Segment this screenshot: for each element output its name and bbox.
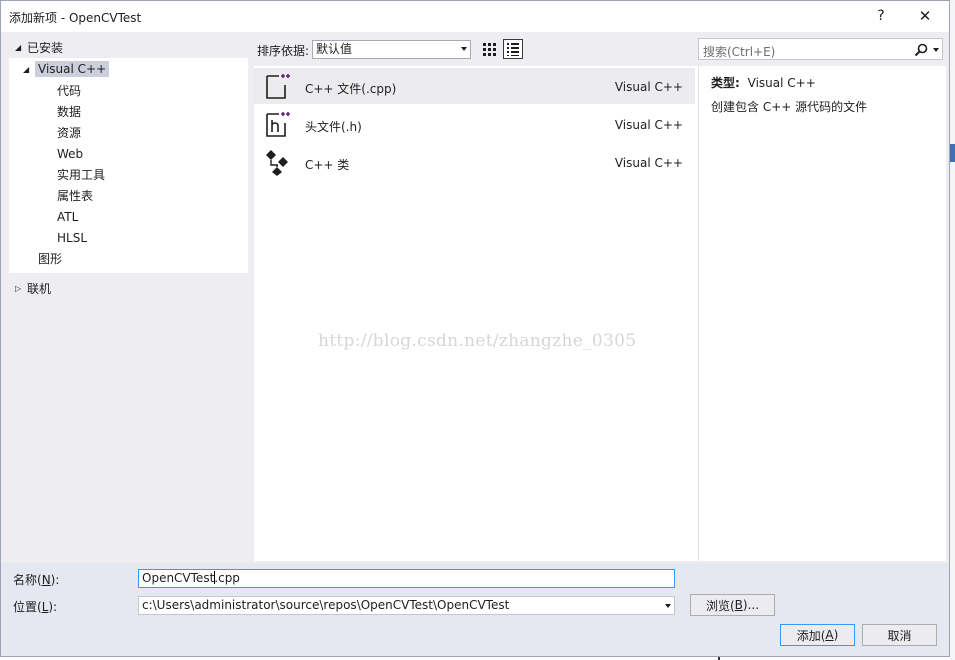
online-section[interactable]: ▷ 联机	[9, 277, 248, 299]
tree-item-label: HLSL	[57, 230, 88, 245]
name-value-part1: OpenCVTest	[142, 571, 215, 585]
background-ide-strip	[950, 0, 955, 660]
search-box[interactable]: 搜索(Ctrl+E)	[698, 38, 943, 60]
list-view-icon	[507, 43, 519, 56]
template-description: 创建包含 C++ 源代码的文件	[711, 100, 868, 114]
template-name: C++ 文件(.cpp)	[305, 82, 397, 96]
list-view-button[interactable]	[503, 39, 523, 59]
tree-item-label: ATL	[57, 209, 79, 224]
add-button[interactable]: 添加(A)	[780, 624, 855, 646]
help-button[interactable]: ?	[867, 5, 895, 27]
expand-triangle-icon: ▷	[15, 283, 22, 293]
tree-item-label: Visual C++	[35, 61, 110, 77]
watermark: http://blog.csdn.net/zhangzhe_0305	[318, 331, 637, 351]
template-item-cpp-file[interactable]: C++ 文件(.cpp) Visual C++	[254, 68, 695, 104]
tree-item-child[interactable]: 数据	[9, 101, 248, 122]
tree-item-label: 资源	[57, 126, 82, 140]
tree-item-label: Web	[57, 146, 84, 161]
type-label: 类型:	[711, 76, 740, 90]
search-placeholder: 搜索(Ctrl+E)	[703, 45, 776, 59]
grid-view-button[interactable]	[479, 39, 499, 59]
template-item-header-file[interactable]: 头文件(.h) Visual C++	[254, 106, 695, 142]
search-icon	[914, 43, 928, 57]
dropdown-arrow-icon	[665, 604, 671, 608]
type-line: 类型: Visual C++	[711, 74, 816, 91]
cancel-button[interactable]: 取消	[862, 624, 937, 646]
location-label: 位置(L):	[13, 600, 58, 614]
name-value-part2: .cpp	[214, 571, 240, 585]
collapse-triangle-icon: ◢	[15, 42, 22, 52]
template-list: C++ 文件(.cpp) Visual C++ 头文件(.h) Visual C…	[254, 66, 698, 561]
installed-label: 已安装	[27, 40, 64, 55]
tree-item-label: 图形	[38, 252, 63, 266]
sort-dropdown[interactable]: 默认值	[312, 40, 471, 59]
tree-item-label: 实用工具	[57, 168, 106, 182]
title-bar: 添加新项 - OpenCVTest ? ✕	[1, 1, 949, 32]
category-tree: ◢ Visual C++ 代码数据资源 Web 实用工具属性表 ATL HLSL 图形	[9, 58, 248, 273]
name-input[interactable]: OpenCVTest.cpp	[138, 569, 675, 588]
grid-view-icon	[483, 43, 496, 56]
tree-item-visual-cpp[interactable]: ◢ Visual C++	[9, 58, 248, 80]
location-dropdown[interactable]: c:\Users\administrator\source\repos\Open…	[138, 596, 675, 615]
sort-toolbar: 排序依据: 默认值	[255, 37, 695, 61]
sort-label: 排序依据:	[257, 44, 310, 58]
tree-item-child[interactable]: HLSL	[9, 227, 248, 248]
template-language: Visual C++	[614, 156, 683, 170]
location-value: c:\Users\administrator\source\repos\Open…	[142, 598, 510, 612]
tree-item-label: 属性表	[57, 189, 94, 203]
search-options-arrow-icon[interactable]	[933, 48, 939, 52]
tree-item-child[interactable]: 实用工具	[9, 164, 248, 185]
tree-item-child[interactable]: 属性表	[9, 185, 248, 206]
tree-item-graphics[interactable]: 图形	[9, 248, 248, 269]
template-item-cpp-class[interactable]: C++ 类 Visual C++	[254, 144, 695, 180]
installed-section[interactable]: ◢ 已安装	[9, 36, 248, 58]
header-file-icon	[266, 112, 290, 137]
cpp-class-icon	[266, 150, 288, 176]
close-button[interactable]: ✕	[911, 5, 939, 27]
sort-value: 默认值	[316, 42, 353, 56]
item-form: 名称(N): OpenCVTest.cpp 位置(L): c:\Users\ad…	[1, 563, 949, 656]
tree-item-child[interactable]: 资源	[9, 122, 248, 143]
template-language: Visual C++	[614, 80, 683, 94]
template-details-panel: 类型: Visual C++ 创建包含 C++ 源代码的文件	[698, 66, 946, 561]
tree-item-label: 代码	[57, 84, 82, 98]
tree-item-child[interactable]: ATL	[9, 206, 248, 227]
online-label: 联机	[27, 281, 52, 296]
browse-button[interactable]: 浏览(B)...	[690, 594, 775, 616]
expanded-triangle-icon: ◢	[23, 64, 30, 74]
template-name: 头文件(.h)	[305, 120, 362, 134]
tree-item-child[interactable]: Web	[9, 143, 248, 164]
tree-item-label: 数据	[57, 105, 82, 119]
template-category-panel: ◢ 已安装 ◢ Visual C++ 代码数据资源 Web 实用工具属性表 ATL HL…	[9, 36, 248, 299]
cpp-file-icon	[266, 74, 290, 99]
add-new-item-dialog: 添加新项 - OpenCVTest ? ✕ ◢ 已安装 ◢ Visual C++…	[0, 0, 950, 657]
dialog-title: 添加新项 - OpenCVTest	[9, 11, 142, 25]
template-language: Visual C++	[614, 118, 683, 132]
dropdown-arrow-icon	[461, 47, 467, 51]
template-name: C++ 类	[305, 158, 350, 172]
name-label: 名称(N):	[13, 573, 60, 587]
tree-item-child[interactable]: 代码	[9, 80, 248, 101]
type-value: Visual C++	[747, 76, 816, 90]
